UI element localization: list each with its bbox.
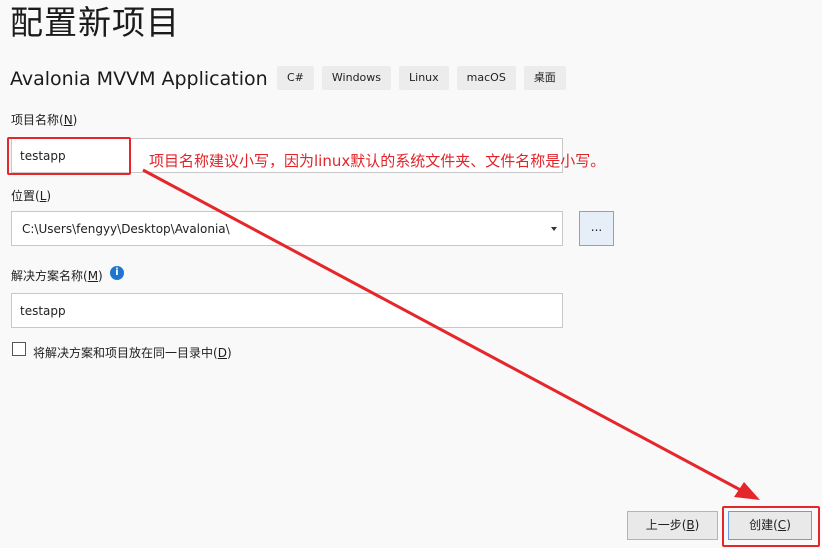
- arrow-head-icon: [734, 482, 760, 500]
- annotation-arrow: [142, 168, 760, 500]
- arrow-line: [142, 168, 749, 496]
